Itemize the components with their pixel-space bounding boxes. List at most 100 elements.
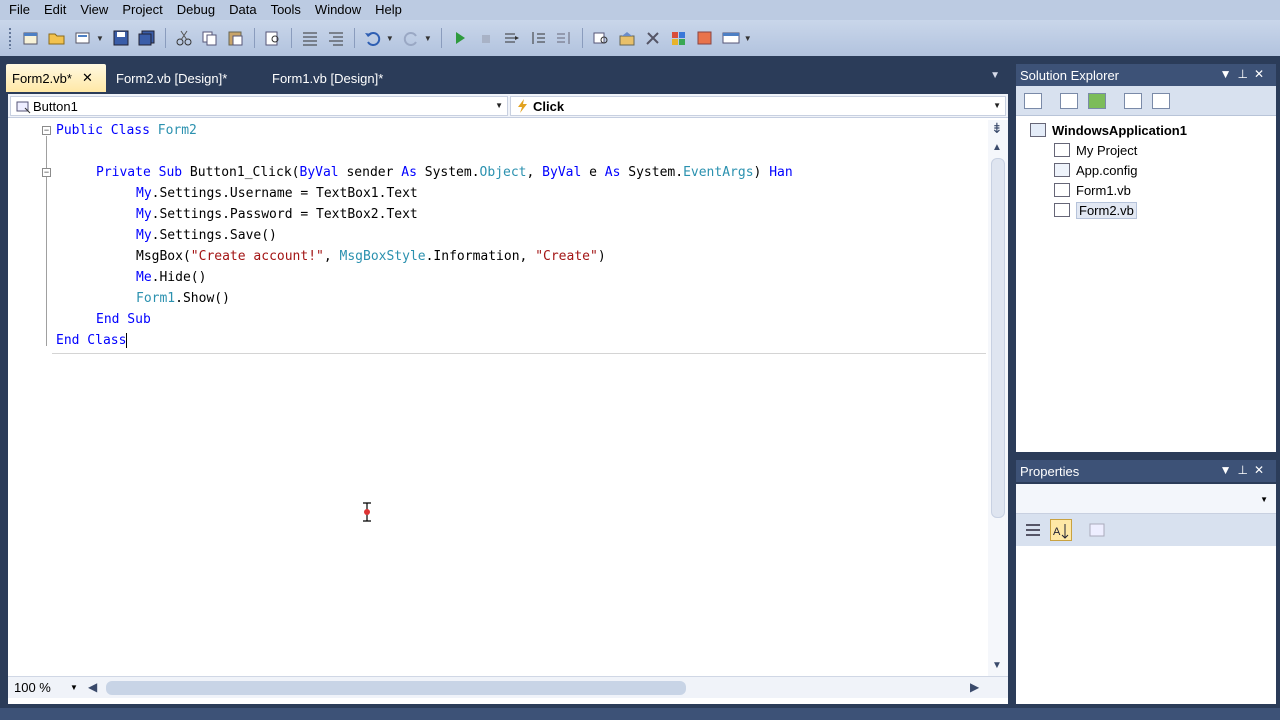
auto-hide-pin-icon[interactable]: ⊥ (1237, 67, 1253, 81)
properties-panel: ▼ A (1016, 484, 1276, 704)
new-project-icon[interactable] (20, 27, 42, 49)
tab-form2-vb[interactable]: Form2.vb* ✕ (6, 64, 106, 92)
start-page-icon[interactable] (694, 27, 716, 49)
standard-toolbar: ▼ ▼ ▼ ▼ (0, 20, 1280, 56)
tree-item-form1-vb[interactable]: Form1.vb (1054, 180, 1131, 200)
tree-item-my-project[interactable]: My Project (1054, 140, 1137, 160)
collapse-sub-icon[interactable]: − (42, 168, 51, 177)
tab-form1-design[interactable]: Form1.vb [Design]* (266, 64, 389, 92)
properties-icon[interactable] (616, 27, 638, 49)
add-item-icon[interactable] (72, 27, 94, 49)
chevron-down-icon[interactable]: ▼ (495, 101, 503, 110)
find-icon[interactable] (262, 27, 284, 49)
comment-icon[interactable] (299, 27, 321, 49)
object-browser-icon[interactable] (642, 27, 664, 49)
copy-icon[interactable] (199, 27, 221, 49)
auto-hide-pin-icon[interactable]: ⊥ (1237, 463, 1253, 477)
output-window-title-bar (0, 708, 1280, 720)
window-position-icon[interactable]: ▼ (1220, 67, 1238, 81)
panel-title: Solution Explorer (1020, 67, 1119, 83)
save-icon[interactable] (110, 27, 132, 49)
undo-dropdown-icon[interactable]: ▼ (386, 34, 394, 43)
undo-icon[interactable] (362, 27, 384, 49)
menu-help[interactable]: Help (368, 1, 409, 19)
scroll-up-icon[interactable]: ▲ (992, 142, 1002, 153)
menu-tools[interactable]: Tools (264, 1, 308, 19)
categorized-icon[interactable] (1022, 519, 1044, 541)
menu-bar: File Edit View Project Debug Data Tools … (0, 0, 1280, 20)
toolbar-separator (581, 28, 583, 48)
collapse-class-icon[interactable]: − (42, 126, 51, 135)
method-name-value: Click (533, 98, 565, 114)
solution-explorer-title-bar: Solution Explorer ▼⊥✕ (1016, 64, 1276, 86)
config-file-icon (1054, 163, 1070, 177)
save-all-icon[interactable] (136, 27, 158, 49)
editor-status-strip: 100 % ▼ ◀ ▶ (8, 676, 1008, 698)
svg-text:A: A (1053, 526, 1061, 538)
refresh-icon[interactable] (1088, 93, 1106, 109)
toolbar-grip[interactable] (8, 27, 12, 49)
vb-project-icon (1030, 123, 1046, 137)
navigation-bar: Button1 ▼ Click ▼ (8, 94, 1008, 118)
step-out-icon[interactable] (553, 27, 575, 49)
toolbox-icon[interactable] (668, 27, 690, 49)
alphabetical-icon[interactable]: A (1050, 519, 1072, 541)
show-all-files-icon[interactable] (1060, 93, 1078, 109)
view-code-icon[interactable] (1124, 93, 1142, 109)
window-position-icon[interactable]: ▼ (1220, 463, 1238, 477)
chevron-down-icon[interactable]: ▼ (1260, 495, 1268, 504)
tree-item-app-config[interactable]: App.config (1054, 160, 1137, 180)
toolbar-separator (164, 28, 166, 48)
tab-form2-design[interactable]: Form2.vb [Design]* (110, 64, 233, 92)
menu-file[interactable]: File (2, 1, 37, 19)
split-editor-icon[interactable]: ⇟ (991, 120, 1003, 137)
scroll-right-icon[interactable]: ▶ (970, 680, 979, 694)
menu-edit[interactable]: Edit (37, 1, 73, 19)
menu-debug[interactable]: Debug (170, 1, 222, 19)
uncomment-icon[interactable] (325, 27, 347, 49)
properties-icon[interactable] (1024, 93, 1042, 109)
toolbar-options-icon[interactable]: ▼ (744, 34, 752, 43)
code-line-8: Me.Hide() (136, 270, 207, 285)
method-name-combo[interactable]: Click ▼ (510, 96, 1006, 116)
close-icon[interactable]: ✕ (1254, 463, 1270, 477)
step-icon[interactable] (501, 27, 523, 49)
close-icon[interactable]: ✕ (1254, 67, 1270, 81)
properties-title-bar: Properties ▼⊥✕ (1016, 460, 1276, 482)
button-control-icon (15, 98, 31, 117)
chevron-down-icon[interactable]: ▼ (70, 683, 78, 692)
scroll-down-icon[interactable]: ▼ (992, 660, 1002, 671)
add-item-dropdown-icon[interactable]: ▼ (96, 34, 104, 43)
scroll-left-icon[interactable]: ◀ (88, 680, 97, 694)
tree-root-project[interactable]: WindowsApplication1 (1030, 120, 1187, 140)
step-into-icon[interactable] (527, 27, 549, 49)
tab-label: Form2.vb* (12, 70, 72, 86)
chevron-down-icon[interactable]: ▼ (993, 101, 1001, 110)
code-line-7: MsgBox("Create account!", MsgBoxStyle.In… (136, 249, 606, 264)
solution-explorer-icon[interactable] (590, 27, 612, 49)
command-window-icon[interactable] (720, 27, 742, 49)
tab-list-dropdown-icon[interactable]: ▼ (990, 70, 1000, 81)
tree-item-form2-vb[interactable]: Form2.vb (1054, 200, 1137, 220)
open-file-icon[interactable] (46, 27, 68, 49)
close-icon[interactable]: ✕ (82, 70, 93, 86)
menu-view[interactable]: View (73, 1, 115, 19)
object-selector-combo[interactable]: ▼ (1016, 484, 1276, 514)
horizontal-scroll-thumb[interactable] (106, 681, 686, 695)
menu-data[interactable]: Data (222, 1, 263, 19)
vertical-scroll-thumb[interactable] (991, 158, 1005, 518)
vertical-scrollbar[interactable]: ⇟ ▲ ▼ (988, 120, 1008, 676)
view-designer-icon[interactable] (1152, 93, 1170, 109)
start-debugging-icon[interactable] (449, 27, 471, 49)
paste-icon[interactable] (225, 27, 247, 49)
cut-icon[interactable] (173, 27, 195, 49)
redo-dropdown-icon[interactable]: ▼ (424, 34, 432, 43)
tab-label: Form2.vb [Design]* (116, 70, 228, 86)
redo-icon (400, 27, 422, 49)
zoom-level[interactable]: 100 % (14, 680, 51, 695)
class-name-combo[interactable]: Button1 ▼ (10, 96, 508, 116)
code-text-area[interactable]: − − Public Class Form2 Private Sub Butto… (8, 120, 988, 680)
menu-project[interactable]: Project (115, 1, 169, 19)
menu-window[interactable]: Window (308, 1, 368, 19)
tab-label: Form1.vb [Design]* (272, 70, 384, 86)
